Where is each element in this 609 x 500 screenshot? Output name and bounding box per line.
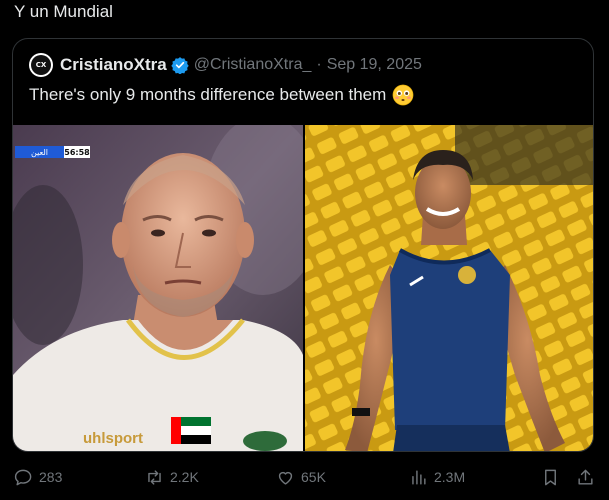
photo-left[interactable]: uhlsport العين 56:58	[13, 125, 303, 451]
quoted-post-card[interactable]: CX CristianoXtra @CristianoXtra_ · Sep 1…	[12, 38, 594, 452]
post-text: Y un Mundial	[14, 2, 113, 21]
avatar[interactable]: CX	[29, 53, 53, 77]
photo-right-illustration	[305, 125, 593, 451]
uae-flag-icon	[171, 417, 211, 444]
club-crest-icon	[458, 266, 476, 284]
club-badge-icon	[243, 431, 287, 451]
reply-button[interactable]: 283	[14, 462, 62, 492]
analytics-icon	[412, 469, 426, 485]
post-actions-bar: 283 2.2K 65K 2.3M	[0, 462, 609, 492]
verified-badge-icon	[171, 57, 189, 74]
avatar-logo: CX	[31, 55, 51, 75]
author-handle[interactable]: @CristianoXtra_	[194, 56, 312, 74]
quoted-post-header: CX CristianoXtra @CristianoXtra_ · Sep 1…	[29, 52, 422, 78]
reply-icon	[14, 469, 32, 485]
repost-button[interactable]: 2.2K	[145, 462, 199, 492]
views-count: 2.3M	[434, 469, 466, 485]
repost-count: 2.2K	[170, 469, 199, 485]
score-team: العين	[15, 146, 64, 158]
views-button[interactable]: 2.3M	[409, 462, 465, 492]
quoted-post-media[interactable]: uhlsport العين 56:58	[13, 125, 593, 451]
separator-dot: ·	[316, 56, 322, 73]
like-button[interactable]: 65K	[276, 462, 326, 492]
quoted-post-text: There's only 9 months difference between…	[29, 84, 414, 106]
photo-left-illustration: uhlsport	[13, 125, 303, 451]
post-date[interactable]: Sep 19, 2025	[327, 56, 422, 74]
like-count: 65K	[301, 469, 326, 485]
bookmark-button[interactable]	[541, 462, 560, 492]
bookmark-icon	[545, 469, 556, 485]
heart-icon	[278, 471, 293, 485]
repost-icon	[148, 469, 161, 485]
kit-sponsor-text: uhlsport	[83, 430, 143, 447]
flushed-face-emoji-icon	[392, 84, 414, 106]
share-icon	[578, 469, 593, 485]
score-time: 56:58	[64, 146, 90, 158]
photo-right[interactable]	[305, 125, 593, 451]
score-bug: العين 56:58	[15, 146, 90, 158]
share-button[interactable]	[576, 462, 595, 492]
author-name[interactable]: CristianoXtra	[60, 55, 167, 75]
reply-count: 283	[39, 469, 63, 485]
quoted-post-text-content: There's only 9 months difference between…	[29, 85, 387, 104]
